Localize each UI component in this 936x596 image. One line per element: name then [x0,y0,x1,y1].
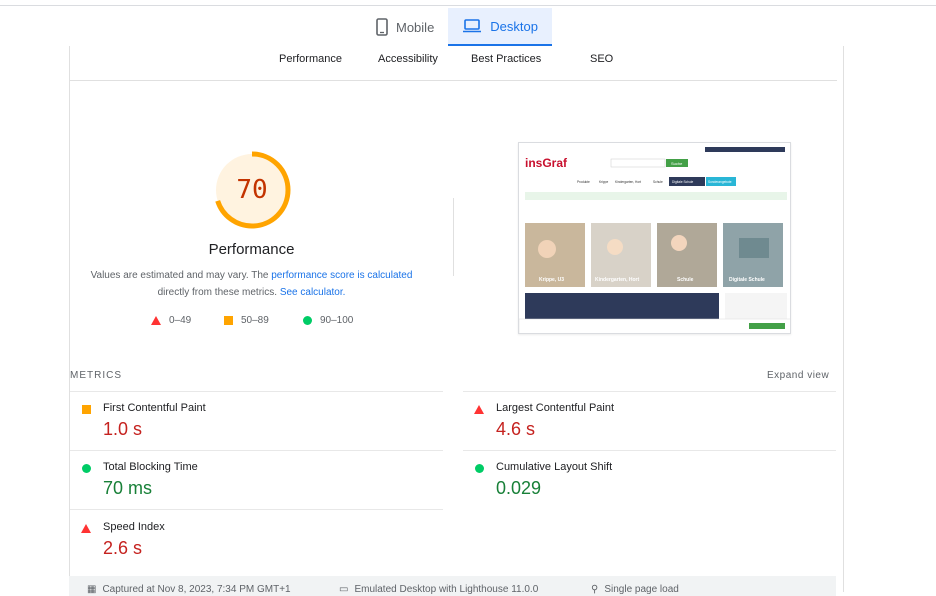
tab-desktop-label: Desktop [490,18,538,34]
metric-first-contentful-paint[interactable]: First Contentful Paint 1.0 s [70,399,430,455]
screenshot-tile-3: Schule [677,277,694,283]
circle-icon [303,316,312,325]
expand-view-toggle[interactable]: Expand view [767,370,829,381]
screenshot-tile-4: Digitale Schule [729,277,765,283]
triangle-icon [81,524,91,533]
legend-pass-range: 90–100 [320,315,354,326]
tab-mobile[interactable]: Mobile [362,8,448,46]
laptop-icon [463,19,482,33]
legend-fail-range: 0–49 [169,315,192,326]
metric-value: 70 ms [103,478,153,498]
monitor-icon: ▭ [339,584,349,595]
desc-text-1: Values are estimated and may vary. The [90,270,272,281]
page-load-type: ⚲ Single page load [591,584,679,595]
metric-label: Cumulative Layout Shift [496,461,613,473]
metric-label: Speed Index [103,521,165,533]
smartphone-icon [376,18,388,36]
circle-icon [82,464,91,473]
tab-best-practices[interactable]: Best Practices [471,53,541,65]
page-screenshot-thumbnail[interactable]: insGraf Suche Produkte Krippe Kindergart… [518,142,791,334]
metric-value: 0.029 [496,478,542,498]
score-description: Values are estimated and may vary. The p… [85,267,418,301]
metric-value: 1.0 s [103,419,143,439]
metric-label: Total Blocking Time [103,461,198,473]
category-tabs: Performance Accessibility Best Practices… [70,46,837,81]
screenshot-tile-2: Kindergarten, Hort [595,277,640,283]
square-icon [224,316,233,325]
screenshot-image: insGraf Suche Produkte Krippe Kindergart… [519,143,790,333]
legend-average: 50–89 [224,315,269,326]
tab-performance[interactable]: Performance [279,53,342,65]
top-divider [0,5,936,6]
square-icon [82,405,91,414]
screenshot-search-button: Suche [671,161,683,166]
calendar-icon: ▦ [87,584,97,595]
metric-largest-contentful-paint[interactable]: Largest Contentful Paint 4.6 s [463,399,823,455]
metrics-divider [70,391,443,392]
captured-at: ▦ Captured at Nov 8, 2023, 7:34 PM GMT+1 [87,584,291,595]
metrics-divider [463,391,836,392]
legend-fail: 0–49 [151,315,191,326]
runtime-settings-footer: ▦ Captured at Nov 8, 2023, 7:34 PM GMT+1… [69,576,836,596]
metrics-divider [463,450,836,451]
screenshot-tile-1: Krippe, U3 [539,277,564,283]
desc-text-2: directly from these metrics. [157,287,280,298]
metrics-divider [70,509,443,510]
score-calculated-link[interactable]: performance score is calculated [271,270,412,281]
page-load-type-text: Single page load [604,584,679,595]
vertical-divider [453,198,454,276]
emulated-device: ▭ Emulated Desktop with Lighthouse 11.0.… [339,584,538,595]
metric-cumulative-layout-shift[interactable]: Cumulative Layout Shift 0.029 [463,458,823,514]
emulated-device-text: Emulated Desktop with Lighthouse 11.0.0 [354,584,539,595]
screenshot-nav-2: Krippe [599,180,608,184]
triangle-icon [474,405,484,414]
tab-desktop[interactable]: Desktop [448,8,552,46]
metric-value: 2.6 s [103,538,143,558]
screenshot-nav-4: Schule [653,180,663,184]
screenshot-nav-6: Sonderangebote [708,180,732,184]
metrics-heading: METRICS [70,370,122,381]
metric-label: First Contentful Paint [103,402,206,414]
metric-value: 4.6 s [496,419,536,439]
screenshot-logo: insGraf [525,156,568,170]
legend-average-range: 50–89 [241,315,269,326]
score-legend: 0–49 50–89 90–100 [0,315,936,329]
tab-accessibility[interactable]: Accessibility [378,53,438,65]
metric-label: Largest Contentful Paint [496,402,615,414]
device-tabs: Mobile Desktop [362,8,552,46]
timer-icon: ⚲ [591,584,599,595]
tab-seo[interactable]: SEO [590,53,613,65]
performance-title: Performance [208,241,295,258]
performance-score: 70 [236,175,268,205]
metrics-divider [70,450,443,451]
legend-pass: 90–100 [303,315,353,326]
tab-mobile-label: Mobile [396,19,435,35]
performance-gauge: 70 [212,150,292,230]
screenshot-nav-1: Produkte [577,180,590,184]
see-calculator-link[interactable]: See calculator. [280,287,346,298]
triangle-icon [151,316,161,325]
captured-at-text: Captured at Nov 8, 2023, 7:34 PM GMT+1 [102,584,291,595]
circle-icon [475,464,484,473]
screenshot-nav-3: Kindergarten, Hort [615,180,641,184]
metric-speed-index[interactable]: Speed Index 2.6 s [70,518,430,574]
metric-total-blocking-time[interactable]: Total Blocking Time 70 ms [70,458,430,514]
screenshot-nav-5: Digitale Schule [672,180,693,184]
